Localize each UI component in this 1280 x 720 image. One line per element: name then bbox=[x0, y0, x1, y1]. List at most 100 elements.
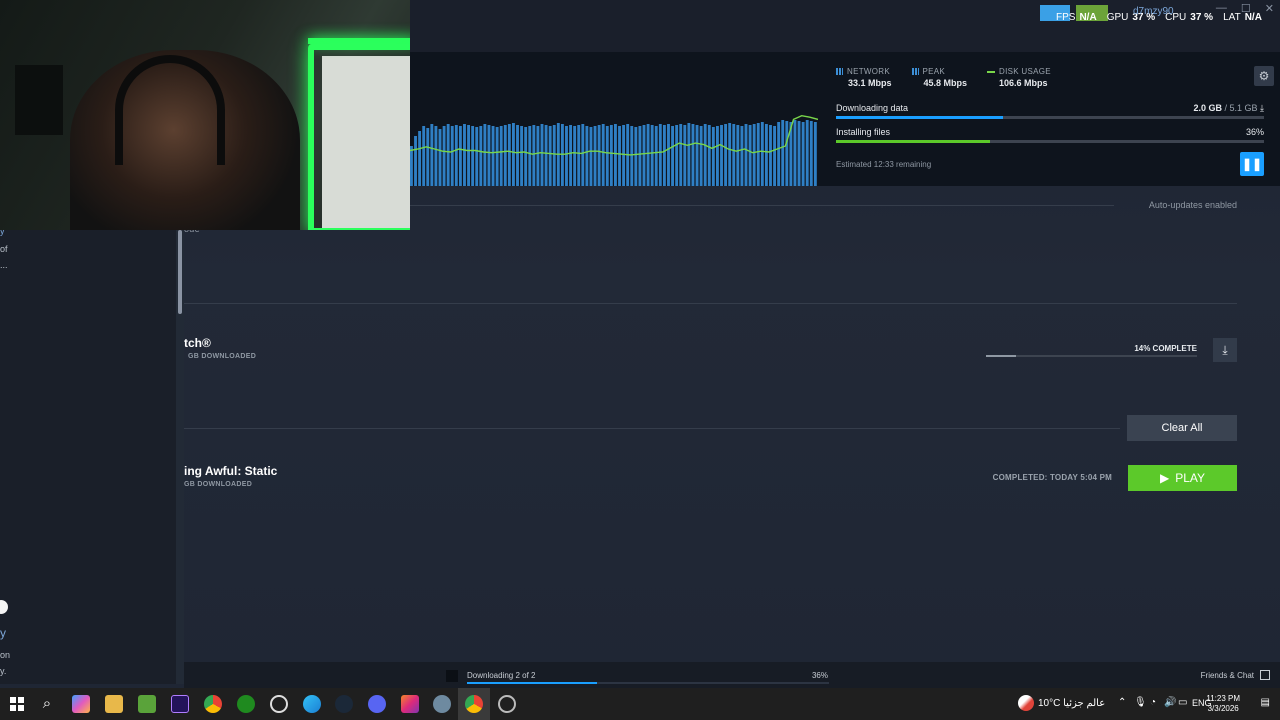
network-stat: NETWORK 33.1 Mbps bbox=[836, 67, 892, 88]
bandwidth-bar bbox=[695, 125, 699, 186]
edge-icon[interactable] bbox=[303, 695, 321, 713]
bandwidth-bar bbox=[569, 125, 572, 186]
search-icon[interactable]: ⌕ bbox=[38, 695, 56, 713]
copilot-icon[interactable] bbox=[72, 695, 90, 713]
bandwidth-bar bbox=[585, 126, 589, 186]
settings-gear-icon[interactable]: ⚙ bbox=[1254, 66, 1274, 86]
bandwidth-bar bbox=[781, 120, 785, 186]
steam-icon[interactable] bbox=[335, 695, 353, 713]
sidebar-avatar[interactable] bbox=[0, 600, 8, 614]
queued-progress-fill bbox=[986, 355, 1016, 357]
bandwidth-bar bbox=[552, 125, 556, 186]
instagram-icon[interactable] bbox=[401, 695, 419, 713]
downloaded-value: 2.0 GB bbox=[1193, 103, 1222, 113]
taskbar: ⌕ 10°C عالم جزئيا ⌃ 🎙 ◔ 🔊 ▭ ENG 11:23 PM… bbox=[0, 688, 1280, 720]
bandwidth-bar bbox=[634, 127, 638, 186]
bandwidth-bar bbox=[736, 125, 740, 186]
window-controls: — ☐ ✕ bbox=[1216, 2, 1274, 15]
bandwidth-bar bbox=[540, 124, 544, 186]
clear-all-button[interactable]: Clear All bbox=[1127, 415, 1237, 441]
weather-icon[interactable] bbox=[1018, 695, 1034, 711]
bandwidth-bar bbox=[544, 125, 548, 186]
eta-text: Estimated 12:33 remaining bbox=[836, 160, 932, 169]
chrome-icon[interactable] bbox=[204, 695, 222, 713]
bandwidth-bar bbox=[773, 126, 776, 186]
maximize-icon[interactable]: ☐ bbox=[1241, 2, 1251, 15]
wifi-icon[interactable]: ◔ bbox=[1150, 697, 1156, 708]
close-icon[interactable]: ✕ bbox=[1265, 2, 1274, 15]
disk-stat: DISK USAGE 106.6 Mbps bbox=[987, 67, 1051, 88]
minimize-icon[interactable]: — bbox=[1216, 2, 1227, 15]
after-effects-icon[interactable] bbox=[171, 695, 189, 713]
friends-chat-button[interactable]: Friends & Chat bbox=[1201, 671, 1254, 680]
installing-label: Installing files bbox=[836, 127, 891, 137]
game-thumbnail bbox=[446, 670, 458, 682]
clock[interactable]: 11:23 PM 3/3/2026 bbox=[1206, 694, 1240, 714]
downloading-label: Downloading data bbox=[836, 103, 909, 113]
bandwidth-bar bbox=[528, 126, 532, 186]
bandwidth-bar bbox=[642, 125, 646, 186]
bandwidth-bar bbox=[658, 124, 662, 186]
bandwidth-bar bbox=[532, 125, 536, 186]
microphone-icon[interactable]: 🎙 bbox=[1134, 697, 1147, 708]
bandwidth-bar bbox=[609, 125, 613, 186]
bandwidth-bar bbox=[442, 126, 446, 186]
file-explorer-icon[interactable] bbox=[105, 695, 123, 713]
bandwidth-bar bbox=[516, 125, 519, 186]
minecraft-icon[interactable] bbox=[138, 695, 156, 713]
bandwidth-bar bbox=[752, 124, 756, 186]
account-menu[interactable]: d7mzy90 bbox=[1133, 6, 1174, 17]
sidebar-scrollbar[interactable] bbox=[176, 230, 184, 684]
download-button[interactable]: ⤓ bbox=[1213, 338, 1237, 362]
peak-bars-icon bbox=[911, 68, 919, 75]
completed-game-title[interactable]: ing Awful: Static bbox=[184, 464, 277, 478]
bandwidth-bar bbox=[414, 136, 417, 186]
bandwidth-bar bbox=[487, 125, 491, 186]
network-label: NETWORK bbox=[847, 67, 890, 76]
volume-icon[interactable]: 🔊 bbox=[1164, 697, 1176, 708]
bandwidth-bar bbox=[769, 125, 772, 186]
fps-label: FPS bbox=[1056, 11, 1076, 23]
bandwidth-bar bbox=[650, 125, 654, 186]
chrome-icon[interactable] bbox=[465, 695, 483, 713]
neon-light bbox=[308, 44, 410, 230]
bandwidth-bar bbox=[699, 126, 703, 186]
status-download-text[interactable]: Downloading 2 of 2 bbox=[467, 671, 536, 680]
bandwidth-bar bbox=[422, 126, 426, 186]
bandwidth-bar bbox=[565, 126, 568, 186]
bandwidth-bar bbox=[520, 126, 524, 186]
battery-icon[interactable]: ▭ bbox=[1178, 697, 1187, 708]
bandwidth-bar bbox=[720, 125, 723, 186]
bandwidth-bar bbox=[618, 126, 621, 186]
scrollbar-thumb[interactable] bbox=[178, 230, 182, 314]
notification-center-icon[interactable]: ▤ bbox=[1261, 697, 1270, 708]
discord-icon[interactable] bbox=[368, 695, 386, 713]
weather-text[interactable]: 10°C عالم جزئيا bbox=[1038, 698, 1105, 709]
recorder-icon[interactable] bbox=[270, 695, 288, 713]
bandwidth-bar bbox=[605, 126, 609, 186]
bandwidth-bar bbox=[548, 126, 552, 186]
tray-chevron-icon[interactable]: ⌃ bbox=[1118, 697, 1126, 708]
queued-game-title[interactable]: tch® bbox=[184, 336, 211, 350]
pause-button[interactable]: ❚❚ bbox=[1240, 152, 1264, 176]
bandwidth-bar bbox=[524, 127, 528, 186]
sidebar-text: y bbox=[0, 626, 6, 640]
chat-icon[interactable] bbox=[1260, 670, 1270, 680]
bandwidth-bar bbox=[716, 126, 719, 186]
play-button[interactable]: ▶ PLAY bbox=[1128, 465, 1237, 491]
bandwidth-bar bbox=[581, 124, 585, 186]
windows-start-icon[interactable] bbox=[8, 695, 26, 713]
bandwidth-bar bbox=[756, 123, 760, 186]
bandwidth-bar bbox=[785, 121, 789, 186]
obs-icon[interactable] bbox=[498, 695, 516, 713]
peak-stat: PEAK 45.8 Mbps bbox=[911, 67, 967, 88]
app-icon[interactable] bbox=[433, 695, 451, 713]
xbox-icon[interactable] bbox=[237, 695, 255, 713]
bandwidth-bar bbox=[662, 125, 666, 186]
bandwidth-bar bbox=[597, 125, 601, 186]
section-divider bbox=[184, 428, 1120, 429]
bandwidth-bar bbox=[638, 126, 642, 186]
download-graph-panel: NETWORK 33.1 Mbps PEAK 45.8 Mbps DISK US… bbox=[410, 52, 1280, 186]
bandwidth-bar bbox=[614, 124, 617, 186]
bandwidth-bar bbox=[760, 122, 764, 186]
